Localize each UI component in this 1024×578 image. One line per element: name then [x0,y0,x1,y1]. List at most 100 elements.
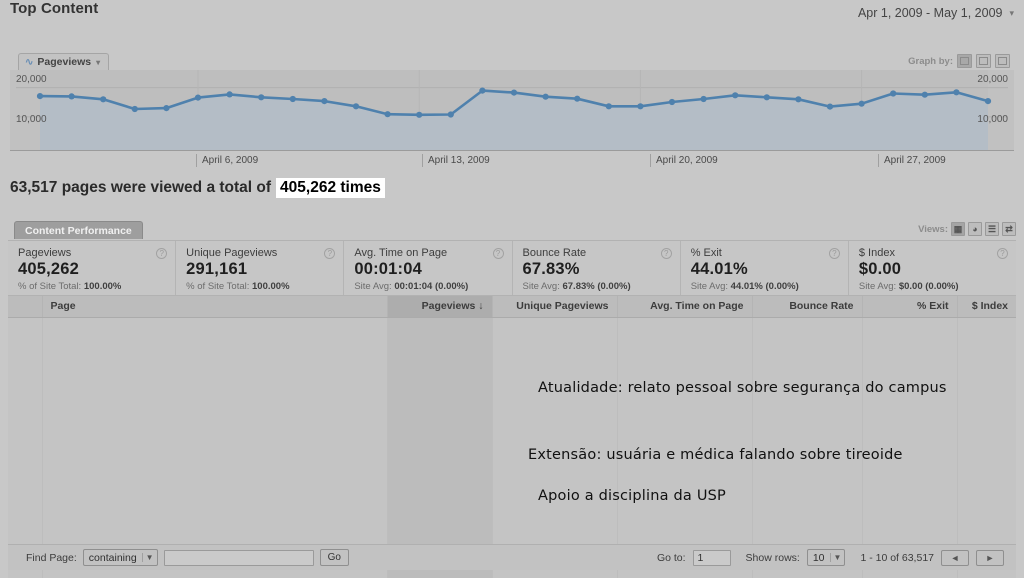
table-footer: Find Page: containing ▼ Go Go to: 1 Show… [8,544,1016,570]
metric-name: Bounce Rate [522,247,587,259]
pageviews-chart-panel: ∿ Pageviews ▾ Graph by: 20,000 10,000 20… [10,50,1014,172]
metric-value: 405,262 [18,260,80,278]
find-mode-select[interactable]: containing ▼ [82,549,158,566]
metric-card: Bounce Rate 67.83% Site Avg: 67.83% (0.00%… [511,241,680,295]
find-page-label: Find Page: [26,551,77,564]
col-exit[interactable]: % Exit [861,296,957,318]
view-bar-icon[interactable]: ☰ [985,222,999,236]
show-rows-select[interactable]: 10 ▼ [806,549,846,566]
metric-card: Unique Pageviews 291,161 % of Site Total: … [175,241,343,295]
col-avg-time[interactable]: Avg. Time on Page [616,296,752,318]
col-unique-pageviews[interactable]: Unique Pageviews [491,296,617,318]
metric-name: Unique Pageviews [186,247,278,259]
annotation-text: Extensão: usuária e médica falando sobre… [528,447,903,463]
y-axis-tick-bottom-right: 10,000 [977,114,1008,125]
view-pie-icon[interactable]: ◕ [968,222,982,236]
x-axis-tick-label: April 13, 2009 [422,154,490,167]
row-index: 1. [8,317,42,578]
help-icon[interactable]: ? [828,248,840,259]
tab-label: Content Performance [25,224,132,237]
summary-prefix: 63,517 pages were viewed a total of [10,179,272,196]
summary-sentence: 63,517 pages were viewed a total of 405,… [10,178,385,198]
table-header-row: Page Pageviews ↓ Unique Pageviews Avg. T… [8,296,1016,318]
metric-subtext: Site Avg: 00:01:04 (0.00%) [354,281,469,292]
chevron-down-icon: ▼ [141,553,154,562]
show-rows-label: Show rows: [745,551,800,564]
graph-by-day-button[interactable] [957,54,972,68]
find-page-input[interactable] [163,549,314,566]
date-range-selector[interactable]: Apr 1, 2009 - May 1, 2009 ▾ [858,6,1014,20]
metric-card: % Exit 44.01% Site Avg: 44.01% (0.00%)? [679,241,848,295]
y-axis-tick-top: 20,000 [16,74,47,85]
chart-x-axis: April 6, 2009 April 13, 2009 April 20, 2… [10,150,1014,172]
graph-by-label: Graph by: [908,55,953,67]
metric-summary-cards: Pageviews 405,262 % of Site Total: 100.00%… [8,240,1016,296]
view-table-icon[interactable]: ▦ [951,222,965,236]
help-icon[interactable]: ? [156,248,168,259]
row-index-value: $0.00 [956,317,1016,578]
metric-subtext: % of Site Total: 100.00% [186,281,290,292]
metric-name: Pageviews [18,247,72,259]
page-title: Top Content [10,0,99,17]
metric-card: Pageviews 405,262 % of Site Total: 100.00%… [8,241,175,295]
chevron-down-icon: ▾ [1009,7,1014,18]
metric-value: 44.01% [690,260,748,278]
chart-metric-label: Pageviews [37,56,92,68]
metric-card: Avg. Time on Page 00:01:04 Site Avg: 00:01… [343,241,511,295]
graph-by-week-button[interactable] [976,54,991,68]
go-button[interactable]: Go [319,549,349,566]
goto-label: Go to: [656,551,686,564]
col-pageviews[interactable]: Pageviews ↓ [386,296,492,318]
metric-subtext: Site Avg: 67.83% (0.00%) [522,281,631,292]
col-page[interactable]: Page [41,296,387,318]
metric-value: $0.00 [858,260,902,278]
metric-card: $ Index $0.00 Site Avg: $0.00 (0.00%)? [847,241,1016,295]
show-rows-value: 10 [812,551,825,564]
help-icon[interactable]: ? [324,248,336,259]
metric-value: 67.83% [522,260,580,278]
row-pageviews: 28,546 [386,317,492,578]
row-page-cell[interactable]: / [41,317,387,578]
date-range-label: Apr 1, 2009 - May 1, 2009 [857,6,1003,20]
x-axis-tick-label: April 20, 2009 [650,154,718,167]
help-icon[interactable]: ? [492,248,504,259]
tab-content-performance[interactable]: Content Performance [14,221,143,239]
help-icon[interactable]: ? [660,248,672,259]
next-page-button[interactable]: ► [976,549,1004,566]
metric-value: 00:01:04 [354,260,422,278]
chart-plot-area [10,70,1014,150]
analytics-report-page: Top Content Apr 1, 2009 - May 1, 2009 ▾ … [0,0,1024,578]
report-header: Top Content Apr 1, 2009 - May 1, 2009 ▾ [0,0,1024,42]
line-chart-icon: ∿ [25,56,33,68]
chevron-down-icon: ▼ [829,553,841,562]
x-axis-tick-label: April 27, 2009 [878,154,946,167]
metric-subtext: Site Avg: $0.00 (0.00%) [858,281,959,292]
prev-page-button[interactable]: ◄ [941,549,969,566]
x-axis-tick-label: April 6, 2009 [196,154,258,167]
metric-name: Avg. Time on Page [354,247,448,259]
col-bounce-rate[interactable]: Bounce Rate [751,296,862,318]
find-mode-value: containing [88,551,137,564]
col-index [8,296,42,318]
metric-value: 291,161 [186,260,248,278]
views-label: Views: [918,223,948,235]
graph-by-month-button[interactable] [995,54,1010,68]
views-controls: Views: ▦ ◕ ☰ ⇄ [918,222,1016,236]
pageviews-line-chart [16,70,1008,150]
view-comparison-icon[interactable]: ⇄ [1002,222,1016,236]
goto-page-input[interactable]: 1 [692,549,731,566]
annotation-text: Atualidade: relato pessoal sobre seguran… [538,380,947,396]
col-index-value[interactable]: $ Index [956,296,1016,318]
graph-by-controls: Graph by: [908,54,1010,68]
pagination-range: 1 - 10 of 63,517 [860,551,934,564]
metric-name: $ Index [858,247,895,259]
metric-name: % Exit [690,247,722,259]
y-axis-tick-top-right: 20,000 [977,74,1008,85]
chart-metric-selector[interactable]: ∿ Pageviews ▾ [18,53,110,70]
help-icon[interactable]: ? [997,248,1009,259]
chevron-down-icon: ▾ [96,57,101,67]
metric-subtext: Site Avg: 44.01% (0.00%) [690,281,799,292]
annotation-text: Apoio a disciplina da USP [538,488,726,504]
content-table: Page Pageviews ↓ Unique Pageviews Avg. T… [8,296,1016,578]
metric-subtext: % of Site Total: 100.00% [18,281,122,292]
